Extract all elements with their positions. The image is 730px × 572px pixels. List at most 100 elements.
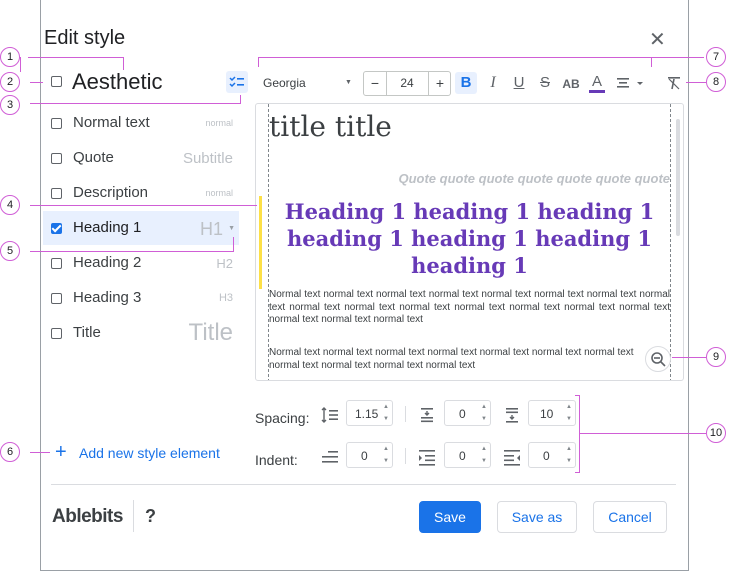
clear-formatting-icon[interactable] <box>665 74 683 92</box>
space-before-field[interactable]: 0 ▲ ▼ <box>444 400 491 426</box>
spin-up-icon[interactable]: ▲ <box>566 445 572 453</box>
callout-7: 7 <box>706 47 726 67</box>
strikethrough-button[interactable]: S <box>534 72 556 94</box>
zoom-out-icon[interactable] <box>645 346 671 372</box>
right-indent-field[interactable]: 0 ▲ ▼ <box>528 442 576 468</box>
style-sample: Subtitle <box>182 150 233 167</box>
style-sample: H2 <box>216 256 233 271</box>
cancel-button[interactable]: Cancel <box>593 501 667 533</box>
checkbox[interactable] <box>51 188 62 199</box>
callout-line <box>28 57 123 58</box>
callout-line <box>20 57 21 72</box>
preview-heading-1: Heading 1 heading 1 heading 1 heading 1 … <box>284 199 655 278</box>
spacing-label: Spacing: <box>255 410 310 426</box>
style-sample: normal <box>205 118 233 128</box>
checkbox[interactable] <box>51 258 62 269</box>
callout-line <box>575 395 579 396</box>
preview-quote: Quote quote quote quote quote quote quot… <box>398 171 670 186</box>
right-indent-value: 0 <box>543 449 550 463</box>
callout-line <box>30 205 257 206</box>
font-size-stepper[interactable]: − 24 + <box>363 71 451 96</box>
style-row-heading-1[interactable]: Heading 1 H1 ▼ <box>43 211 239 245</box>
spin-down-icon[interactable]: ▼ <box>383 457 389 465</box>
footer-separator <box>133 500 134 532</box>
spin-up-icon[interactable]: ▲ <box>566 403 572 411</box>
plus-icon[interactable]: + <box>55 442 67 462</box>
callout-line <box>30 452 50 453</box>
checkbox[interactable] <box>51 118 62 129</box>
font-select[interactable]: Georgia ▼ <box>257 71 357 95</box>
space-after-icon <box>502 405 522 425</box>
line-spacing-value: 1.15 <box>355 407 379 421</box>
decrease-size-button[interactable]: − <box>364 72 387 95</box>
style-sample: H3 <box>218 292 233 304</box>
text-color-letter: A <box>591 73 602 90</box>
style-label: Quote <box>73 149 114 166</box>
checkbox[interactable] <box>51 328 62 339</box>
ablebits-logo: Ablebits <box>52 506 123 527</box>
style-row-heading-3[interactable]: Heading 3 H3 <box>43 281 239 315</box>
callout-2: 2 <box>0 72 20 92</box>
increase-size-button[interactable]: + <box>428 72 451 95</box>
font-size-value[interactable]: 24 <box>386 72 428 95</box>
checkbox[interactable] <box>51 153 62 164</box>
preset-checkbox[interactable] <box>51 76 62 87</box>
selected-style-marker <box>259 196 262 289</box>
style-label: Title <box>73 324 101 341</box>
callout-4: 4 <box>0 195 20 215</box>
callout-line <box>686 82 706 83</box>
spin-down-icon[interactable]: ▼ <box>566 457 572 465</box>
chevron-down-icon: ▼ <box>345 79 352 86</box>
style-label: Heading 1 <box>73 219 142 236</box>
add-style-element-link[interactable]: Add new style element <box>79 445 220 461</box>
space-after-field[interactable]: 10 ▲ ▼ <box>528 400 576 426</box>
spin-down-icon[interactable]: ▼ <box>481 457 487 465</box>
style-label: Heading 3 <box>73 289 142 306</box>
callout-3: 3 <box>0 95 20 115</box>
callout-line <box>672 357 706 358</box>
callout-6: 6 <box>0 442 20 462</box>
line-spacing-field[interactable]: 1.15 ▲ ▼ <box>346 400 393 426</box>
callout-line <box>575 472 579 473</box>
all-caps-button[interactable]: AB <box>560 73 582 95</box>
close-icon[interactable]: ✕ <box>649 27 666 52</box>
underline-button[interactable]: U <box>508 72 530 94</box>
scrollbar-thumb[interactable] <box>676 119 680 236</box>
align-button[interactable] <box>615 74 645 94</box>
spin-down-icon[interactable]: ▼ <box>383 415 389 423</box>
checkbox[interactable] <box>51 223 62 234</box>
chevron-down-icon[interactable]: ▼ <box>228 225 235 232</box>
style-preview: title title Quote quote quote quote quot… <box>255 103 684 381</box>
preset-name: Aesthetic <box>72 69 163 94</box>
text-color-button[interactable]: A <box>586 71 608 93</box>
spin-down-icon[interactable]: ▼ <box>566 415 572 423</box>
spin-down-icon[interactable]: ▼ <box>481 415 487 423</box>
preview-title: title title <box>269 110 392 143</box>
bold-button[interactable]: B <box>455 72 477 94</box>
spin-up-icon[interactable]: ▲ <box>481 445 487 453</box>
dialog-title: Edit style <box>44 27 126 49</box>
checklist-icon[interactable] <box>226 71 248 93</box>
style-row-quote[interactable]: Quote Subtitle <box>43 141 239 175</box>
callout-1: 1 <box>0 47 20 67</box>
spin-up-icon[interactable]: ▲ <box>383 445 389 453</box>
callout-line <box>30 82 43 83</box>
save-as-button[interactable]: Save as <box>497 501 577 533</box>
checkbox[interactable] <box>51 293 62 304</box>
save-button[interactable]: Save <box>419 501 481 533</box>
preview-normal-2: Normal text normal text normal text norm… <box>269 347 634 371</box>
left-indent-field[interactable]: 0 ▲ ▼ <box>444 442 491 468</box>
callout-line <box>258 57 704 58</box>
callout-line <box>258 57 259 67</box>
first-line-indent-field[interactable]: 0 ▲ ▼ <box>346 442 393 468</box>
style-row-title[interactable]: Title Title <box>43 316 239 350</box>
callout-5: 5 <box>0 241 20 261</box>
help-button[interactable]: ? <box>145 506 156 527</box>
spin-up-icon[interactable]: ▲ <box>383 403 389 411</box>
spin-up-icon[interactable]: ▲ <box>481 403 487 411</box>
callout-line <box>651 57 652 67</box>
italic-button[interactable]: I <box>482 72 504 94</box>
style-row-normal-text[interactable]: Normal text normal <box>43 106 239 140</box>
style-label: Description <box>73 184 149 201</box>
callout-line <box>580 433 706 434</box>
